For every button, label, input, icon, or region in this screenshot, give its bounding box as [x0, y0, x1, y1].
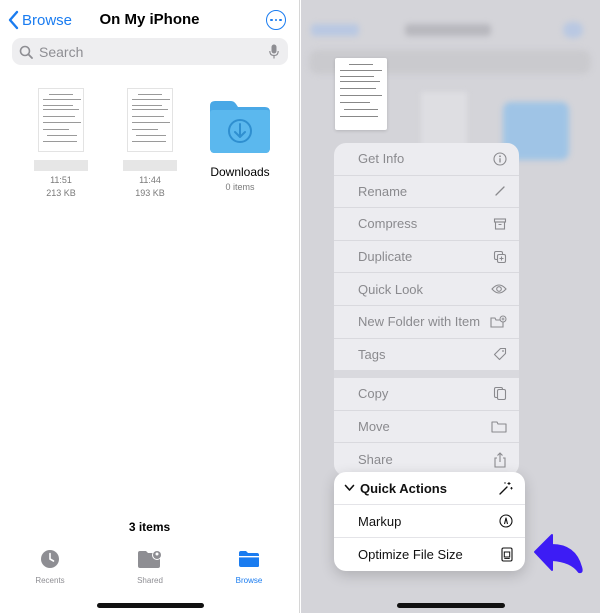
file-name-redacted: [123, 160, 177, 171]
search-icon: [19, 45, 33, 59]
file-time: 11:44: [139, 175, 161, 185]
tag-icon: [493, 348, 507, 361]
search-input[interactable]: Search: [12, 38, 288, 65]
tab-label: Shared: [137, 576, 163, 585]
menu-item-copy[interactable]: Copy: [334, 378, 519, 411]
eye-icon: [491, 284, 507, 294]
tab-recents[interactable]: Recents: [20, 548, 80, 585]
file-size: 213 KB: [46, 188, 76, 198]
markup-icon: [499, 514, 513, 528]
folder-item[interactable]: Downloads 0 items: [200, 98, 280, 194]
menu-item-rename[interactable]: Rename: [334, 176, 519, 209]
tab-browse[interactable]: Browse: [219, 548, 279, 585]
context-menu: Get Info Rename Compress Duplicate Quick…: [334, 143, 519, 476]
folder-icon: [239, 551, 259, 567]
menu-divider: [334, 371, 519, 379]
quick-actions-label: Quick Actions: [360, 480, 447, 496]
ellipsis-icon: [270, 18, 273, 22]
blurred-background: [311, 24, 359, 36]
home-indicator: [97, 603, 204, 608]
pointer-arrow-icon: [534, 534, 583, 574]
folder-name: Downloads: [210, 165, 270, 179]
search-placeholder: Search: [39, 43, 84, 60]
menu-item-duplicate[interactable]: Duplicate: [334, 241, 519, 274]
tab-bar: Recents Shared Browse: [0, 548, 300, 592]
document-thumbnail: [127, 88, 173, 152]
tab-label: Browse: [235, 576, 263, 585]
share-icon: [494, 451, 506, 468]
microphone-icon[interactable]: [269, 44, 279, 59]
document-thumbnail: [38, 88, 84, 152]
menu-item-quick-look[interactable]: Quick Look: [334, 273, 519, 306]
copy-icon: [493, 387, 507, 401]
home-indicator: [397, 603, 505, 608]
document-preview: [335, 58, 387, 130]
shared-folder-icon: [138, 550, 162, 568]
duplicate-icon: [493, 250, 507, 263]
menu-item-markup[interactable]: Markup: [334, 505, 525, 538]
page-title: On My iPhone: [99, 11, 200, 28]
quick-actions-submenu: Quick Actions Markup Optimize File Size: [334, 472, 525, 571]
context-menu-screen: Get Info Rename Compress Duplicate Quick…: [301, 0, 600, 613]
menu-item-compress[interactable]: Compress: [334, 208, 519, 241]
file-item[interactable]: 11:44 193 KB: [122, 88, 178, 200]
folder-icon: [491, 421, 507, 433]
menu-item-move[interactable]: Move: [334, 411, 519, 444]
optimize-file-icon: [501, 547, 513, 562]
menu-item-optimize-file-size[interactable]: Optimize File Size: [334, 538, 525, 571]
clock-icon: [41, 550, 59, 568]
menu-item-get-info[interactable]: Get Info: [334, 143, 519, 176]
archive-box-icon: [493, 218, 507, 230]
file-item[interactable]: 11:51 213 KB: [33, 88, 89, 200]
more-options-button[interactable]: [266, 10, 286, 30]
chevron-down-icon: [344, 484, 355, 491]
folder-plus-icon: [490, 315, 507, 328]
downloads-folder-icon: [210, 101, 270, 153]
menu-item-tags[interactable]: Tags: [334, 339, 519, 372]
folder-item-count: 0 items: [225, 182, 255, 192]
menu-item-new-folder-with-item[interactable]: New Folder with Item: [334, 306, 519, 339]
file-size: 193 KB: [135, 188, 165, 198]
quick-actions-header[interactable]: Quick Actions: [334, 472, 525, 505]
file-time: 11:51: [50, 175, 72, 185]
info-icon: [493, 152, 507, 166]
tab-label: Recents: [35, 576, 65, 585]
tab-shared[interactable]: Shared: [120, 548, 180, 585]
file-name-redacted: [34, 160, 88, 171]
magic-wand-icon: [499, 481, 513, 495]
item-count: 3 items: [128, 520, 171, 534]
pencil-icon: [495, 186, 505, 197]
files-browser-screen: Browse On My iPhone Search 11:51 213 KB: [0, 0, 300, 613]
